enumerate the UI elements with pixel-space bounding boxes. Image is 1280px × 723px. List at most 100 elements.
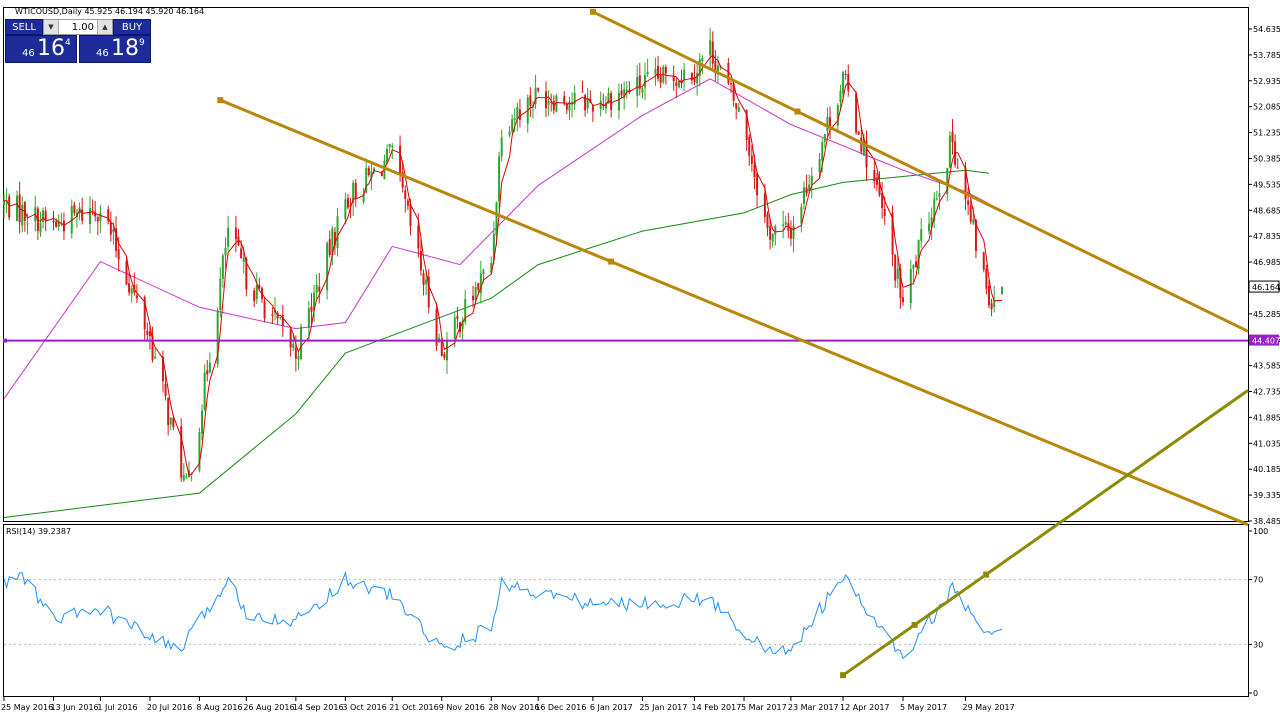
bear-candle-body (730, 83, 733, 85)
rsi-trendline-handle[interactable] (983, 571, 990, 578)
buy-price-display[interactable]: 46 18 9 (79, 35, 151, 63)
bull-candle-body (511, 119, 514, 132)
bear-candle-body (657, 66, 660, 79)
bear-candle-body (982, 252, 985, 270)
channel-line[interactable] (592, 10, 1249, 333)
rsi-trendline-line[interactable] (842, 389, 1249, 677)
bear-candle-body (610, 93, 613, 110)
bull-candle-body (99, 212, 102, 221)
bear-candle-body (289, 329, 292, 348)
bull-candle-body (336, 216, 339, 249)
bear-candle-body (769, 226, 772, 240)
price-tick-label: 49.535 (1253, 180, 1280, 189)
bear-candle-body (829, 117, 832, 127)
time-tick-label: 25 Jan 2017 (639, 703, 687, 712)
channel-line-handle[interactable] (589, 8, 596, 15)
time-tick-label: 25 May 2016 (1, 703, 53, 712)
buy-button[interactable]: BUY (113, 19, 151, 35)
bull-candle-body (774, 226, 777, 235)
bear-candle-body (894, 254, 897, 281)
bear-candle-body (901, 297, 904, 303)
bull-candle-body (599, 100, 602, 110)
buy-price-main: 18 (111, 36, 139, 61)
buy-price-prefix: 46 (96, 48, 109, 59)
time-tick-label: 12 Apr 2017 (840, 703, 889, 712)
lot-increase-icon[interactable]: ▲ (97, 20, 112, 34)
bull-candle-body (315, 284, 318, 293)
bear-candle-body (529, 95, 532, 106)
price-tick-label: 46.985 (1253, 258, 1280, 267)
bull-candle-body (586, 98, 589, 109)
bear-candle-body (987, 285, 990, 306)
bear-candle-body (367, 168, 370, 176)
bull-candle-body (802, 187, 805, 204)
bull-candle-body (42, 210, 45, 223)
channel-line-handle[interactable] (794, 108, 801, 115)
horizontal-support-line[interactable] (3, 338, 1248, 343)
bear-candle-body (518, 109, 521, 120)
rsi-trendline-handle[interactable] (911, 621, 918, 628)
bear-candle-body (81, 209, 84, 221)
bear-candle-body (354, 183, 357, 199)
channel-line-handle[interactable] (608, 258, 615, 265)
bull-candle-body (112, 229, 115, 233)
time-tick-label: 23 Mar 2017 (788, 703, 839, 712)
bull-candle-body (677, 81, 680, 88)
time-tick-label: 9 Nov 2016 (439, 703, 485, 712)
bear-candle-body (148, 331, 151, 337)
sell-price-display[interactable]: 46 16 4 (5, 35, 77, 63)
bear-candle-body (406, 200, 409, 206)
sell-price-prefix: 46 (22, 48, 35, 59)
bear-candle-body (756, 173, 759, 196)
rsi-pane-border (3, 524, 1249, 697)
bull-candle-body (39, 222, 42, 233)
symbol-header: WTICOUSD,Daily 45.925 46.194 45.920 46.1… (15, 7, 204, 16)
price-tick-label: 53.785 (1253, 51, 1280, 60)
bull-candle-body (641, 88, 644, 93)
rsi-trendline-handle[interactable] (840, 672, 847, 679)
bear-candle-body (951, 131, 954, 143)
rsi-trendline[interactable] (840, 389, 1249, 679)
sell-button[interactable]: SELL (5, 19, 43, 35)
channel-line-handle[interactable] (217, 97, 224, 104)
bear-candle-body (422, 273, 425, 286)
bear-candle-body (318, 286, 321, 292)
time-tick-label: 20 Jul 2016 (147, 703, 192, 712)
sell-price-main: 16 (37, 36, 65, 61)
bear-candle-body (990, 303, 993, 310)
bear-candle-body (135, 295, 138, 299)
bear-candle-body (750, 155, 753, 164)
channel-line[interactable] (219, 98, 1249, 527)
bull-candle-body (227, 227, 230, 247)
bear-candle-body (659, 76, 662, 83)
bear-candle-body (399, 145, 402, 174)
bear-candle-body (294, 347, 297, 359)
rsi-series (3, 571, 1003, 660)
trading-chart: 54.635 53.785 52.935 52.085 51.235 50.385 49.5… (0, 0, 1280, 719)
bear-candle-body (956, 167, 959, 169)
rsi-line (3, 571, 1003, 660)
fast-moving-average (3, 54, 1003, 476)
lot-size-input[interactable] (59, 20, 97, 34)
bull-candle-body (344, 199, 347, 219)
bull-candle-body (810, 175, 813, 185)
bear-candle-body (234, 227, 237, 240)
bull-candle-body (823, 134, 826, 142)
bull-candle-body (839, 90, 842, 103)
bull-candle-body (696, 72, 699, 84)
support-level-handle[interactable] (3, 338, 7, 343)
bull-candle-body (654, 68, 657, 75)
bull-candle-body (826, 116, 829, 132)
time-tick-label: 14 Feb 2017 (692, 703, 742, 712)
bull-candle-body (425, 279, 428, 285)
one-click-trade-panel: SELL ▼ ▲ BUY 46 16 4 46 18 9 (5, 19, 151, 63)
bear-candle-body (346, 198, 349, 208)
lot-decrease-icon[interactable]: ▼ (44, 20, 59, 34)
price-pane-border (3, 7, 1249, 522)
bear-candle-body (591, 106, 594, 112)
bear-candle-body (206, 370, 209, 375)
price-tick-label: 39.335 (1253, 491, 1280, 500)
rsi-levels (4, 579, 1248, 645)
bull-candle-body (948, 135, 951, 168)
bull-candle-body (920, 229, 923, 241)
